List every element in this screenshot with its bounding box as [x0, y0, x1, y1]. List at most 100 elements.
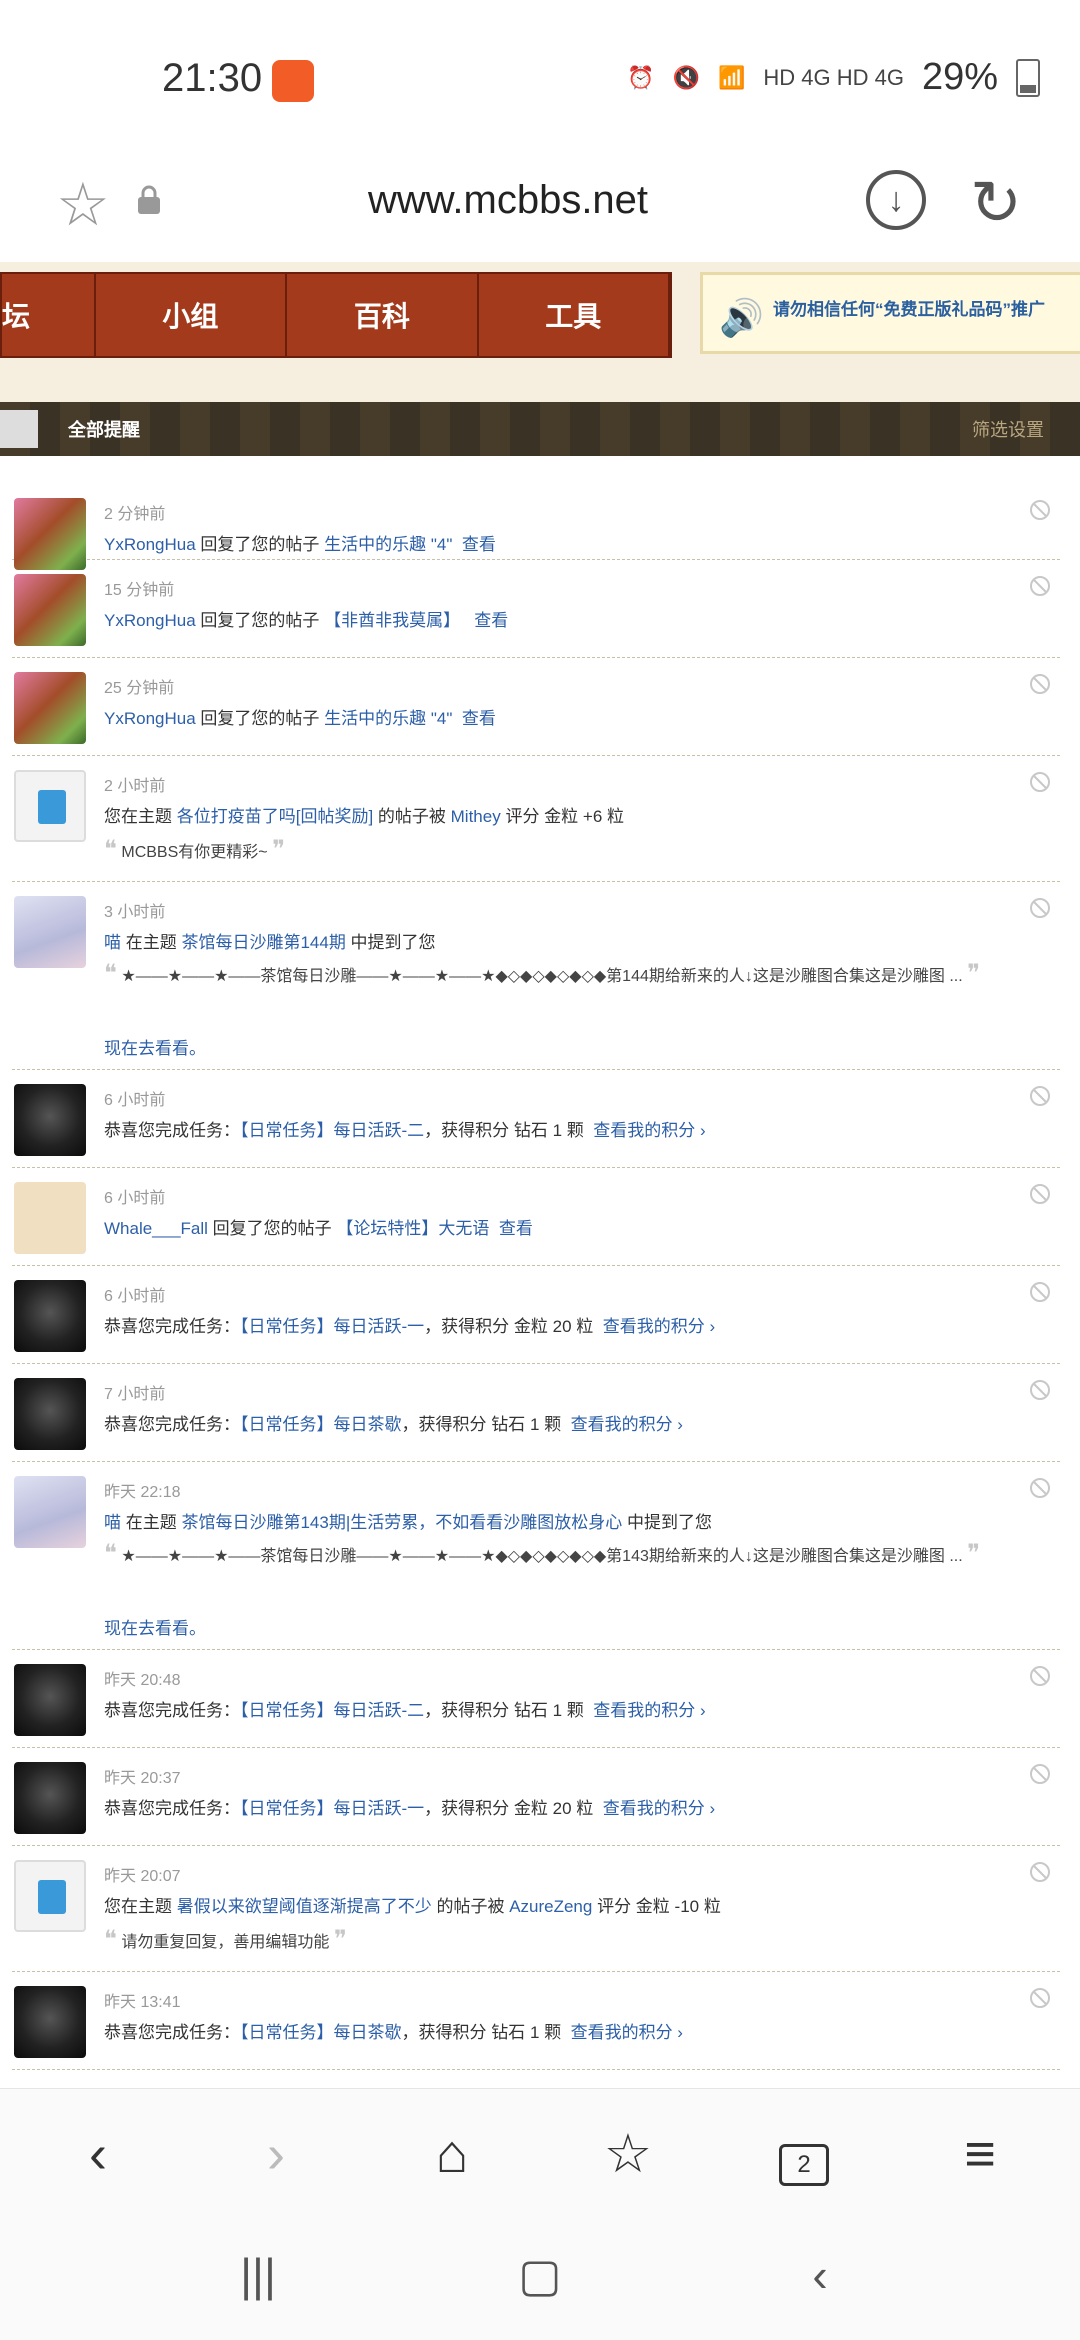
- avatar[interactable]: [14, 1476, 86, 1548]
- view-now-link[interactable]: 现在去看看。: [104, 1614, 206, 1639]
- url-text[interactable]: www.mcbbs.net: [0, 178, 1016, 223]
- view-points-link[interactable]: 查看我的积分 ›: [571, 1415, 683, 1434]
- forward-icon[interactable]: ›: [236, 2119, 316, 2189]
- header-title: 全部提醒: [68, 420, 140, 440]
- avatar[interactable]: [14, 672, 86, 744]
- network-indicator: HD 4G HD 4G: [763, 64, 904, 90]
- ignore-icon[interactable]: [1030, 1988, 1050, 2008]
- status-time: 21:30: [162, 56, 263, 100]
- list-item: 25 分钟前 YxRongHua 回复了您的帖子 生活中的乐趣 "4" 查看: [12, 658, 1060, 756]
- list-item: 2 分钟前 YxRongHua 回复了您的帖子 生活中的乐趣 "4" 查看: [12, 462, 1060, 570]
- avatar[interactable]: [14, 1084, 86, 1156]
- view-points-link[interactable]: 查看我的积分 ›: [593, 1121, 705, 1140]
- avatar[interactable]: [14, 1664, 86, 1736]
- list-item: 昨天 13:41 恭喜您完成任务：【日常任务】每日茶歇，获得积分 钻石 1 颗 …: [12, 1972, 1060, 2070]
- view-points-link[interactable]: 查看我的积分 ›: [603, 1317, 715, 1336]
- list-item: 昨天 20:37 恭喜您完成任务：【日常任务】每日活跃-一，获得积分 金粒 20…: [12, 1748, 1060, 1846]
- ignore-icon[interactable]: [1030, 1764, 1050, 1784]
- avatar[interactable]: [14, 1860, 86, 1932]
- avatar[interactable]: [14, 574, 86, 646]
- tabs-button[interactable]: 2: [764, 2119, 844, 2189]
- user-link[interactable]: Whale___Fall: [104, 1219, 208, 1238]
- thread-link[interactable]: 生活中的乐趣 "4": [324, 535, 452, 554]
- user-link[interactable]: YxRongHua: [104, 535, 196, 554]
- user-link[interactable]: 喵: [104, 1513, 121, 1532]
- user-link[interactable]: Mithey: [451, 807, 501, 826]
- avatar[interactable]: [14, 1762, 86, 1834]
- task-link[interactable]: 【日常任务】每日活跃-二: [240, 1701, 424, 1720]
- view-link[interactable]: 查看: [499, 1219, 533, 1238]
- timestamp: 3 小时前: [104, 904, 166, 921]
- thread-link[interactable]: 茶馆每日沙雕第144期: [181, 933, 345, 952]
- list-item: 15 分钟前 YxRongHua 回复了您的帖子 【非酋非我莫属】 查看: [12, 560, 1060, 658]
- quote: ❝ 请勿重复回复，善用编辑功能 ❞: [104, 1926, 347, 1953]
- notifications-header: 全部提醒 筛选设置: [0, 402, 1080, 456]
- thread-link[interactable]: 【论坛特性】大无语: [336, 1219, 489, 1238]
- task-link[interactable]: 【日常任务】每日活跃-一: [240, 1317, 424, 1336]
- notification-list: 2 分钟前 YxRongHua 回复了您的帖子 生活中的乐趣 "4" 查看 15…: [12, 462, 1060, 2070]
- refresh-icon[interactable]: ↻: [970, 166, 1022, 239]
- nav-item-forum[interactable]: 坛: [2, 274, 96, 356]
- ignore-icon[interactable]: [1030, 576, 1050, 596]
- view-points-link[interactable]: 查看我的积分 ›: [603, 1799, 715, 1818]
- thread-link[interactable]: 各位打疫苗了吗[回帖奖励]: [177, 807, 373, 826]
- user-link[interactable]: 喵: [104, 933, 121, 952]
- list-item: 6 小时前 恭喜您完成任务：【日常任务】每日活跃-二，获得积分 钻石 1 颗 查…: [12, 1070, 1060, 1168]
- avatar[interactable]: [14, 1378, 86, 1450]
- ignore-icon[interactable]: [1030, 674, 1050, 694]
- view-points-link[interactable]: 查看我的积分 ›: [571, 2023, 683, 2042]
- task-link[interactable]: 【日常任务】每日活跃-二: [240, 1121, 424, 1140]
- view-link[interactable]: 查看: [474, 611, 508, 630]
- ignore-icon[interactable]: [1030, 1086, 1050, 1106]
- browser-url-bar: ☆ www.mcbbs.net ↓ ↻: [0, 160, 1080, 270]
- avatar[interactable]: [14, 1280, 86, 1352]
- back-icon[interactable]: ‹: [58, 2119, 138, 2189]
- filter-settings-link[interactable]: 筛选设置: [972, 416, 1044, 442]
- nav-item-groups[interactable]: 小组: [96, 274, 288, 356]
- user-link[interactable]: YxRongHua: [104, 611, 196, 630]
- avatar[interactable]: [14, 896, 86, 968]
- ignore-icon[interactable]: [1030, 500, 1050, 520]
- status-bar: 21:30 ⏰ 🔇 📶 HD 4G HD 4G 29%: [0, 0, 1080, 160]
- recent-apps-icon[interactable]: |||: [218, 2248, 298, 2308]
- ignore-icon[interactable]: [1030, 1184, 1050, 1204]
- app-notification-icon: [272, 60, 314, 102]
- ignore-icon[interactable]: [1030, 1666, 1050, 1686]
- thread-link[interactable]: 【非酋非我莫属】: [324, 611, 460, 630]
- ignore-icon[interactable]: [1030, 1478, 1050, 1498]
- user-link[interactable]: AzureZeng: [509, 1897, 592, 1916]
- bookmarks-icon[interactable]: ☆: [588, 2119, 668, 2189]
- announcement-banner[interactable]: 🔊 请勿相信任何“免费正版礼品码”推广: [700, 272, 1080, 354]
- avatar[interactable]: [14, 1986, 86, 2058]
- avatar[interactable]: [14, 1182, 86, 1254]
- thread-link[interactable]: 暑假以来欲望阈值逐渐提高了不少: [177, 1897, 432, 1916]
- timestamp: 昨天 20:37: [104, 1770, 181, 1787]
- thread-link[interactable]: 生活中的乐趣 "4": [324, 709, 452, 728]
- task-link[interactable]: 【日常任务】每日茶歇: [240, 1415, 402, 1434]
- nav-item-wiki[interactable]: 百科: [287, 274, 479, 356]
- view-link[interactable]: 查看: [462, 535, 496, 554]
- ignore-icon[interactable]: [1030, 898, 1050, 918]
- ignore-icon[interactable]: [1030, 772, 1050, 792]
- ignore-icon[interactable]: [1030, 1380, 1050, 1400]
- thread-link[interactable]: 茶馆每日沙雕第143期|生活劳累，不如看看沙雕图放松身心: [181, 1513, 622, 1532]
- view-points-link[interactable]: 查看我的积分 ›: [593, 1701, 705, 1720]
- user-link[interactable]: YxRongHua: [104, 709, 196, 728]
- system-navigation-bar: ||| ▢ ‹: [0, 2218, 1080, 2340]
- quote: ❝ ★——★——★——茶馆每日沙雕——★——★——★◆◇◆◇◆◇◆◇◆第143期…: [104, 1540, 981, 1567]
- ignore-icon[interactable]: [1030, 1862, 1050, 1882]
- download-icon[interactable]: ↓: [866, 170, 926, 230]
- ignore-icon[interactable]: [1030, 1282, 1050, 1302]
- view-now-link[interactable]: 现在去看看。: [104, 1034, 206, 1059]
- view-link[interactable]: 查看: [462, 709, 496, 728]
- nav-item-tools[interactable]: 工具: [479, 274, 670, 356]
- quote: ❝ ★——★——★——茶馆每日沙雕——★——★——★◆◇◆◇◆◇◆◇◆第144期…: [104, 960, 981, 987]
- home-icon[interactable]: ⌂: [412, 2119, 492, 2189]
- task-link[interactable]: 【日常任务】每日茶歇: [240, 2023, 402, 2042]
- back-button-icon[interactable]: ‹: [780, 2248, 860, 2308]
- menu-icon[interactable]: ≡: [940, 2119, 1020, 2189]
- avatar[interactable]: [14, 770, 86, 842]
- task-link[interactable]: 【日常任务】每日活跃-一: [240, 1799, 424, 1818]
- home-button-icon[interactable]: ▢: [500, 2248, 580, 2308]
- announcement-text[interactable]: 请勿相信任何“免费正版礼品码”推广: [773, 295, 1045, 320]
